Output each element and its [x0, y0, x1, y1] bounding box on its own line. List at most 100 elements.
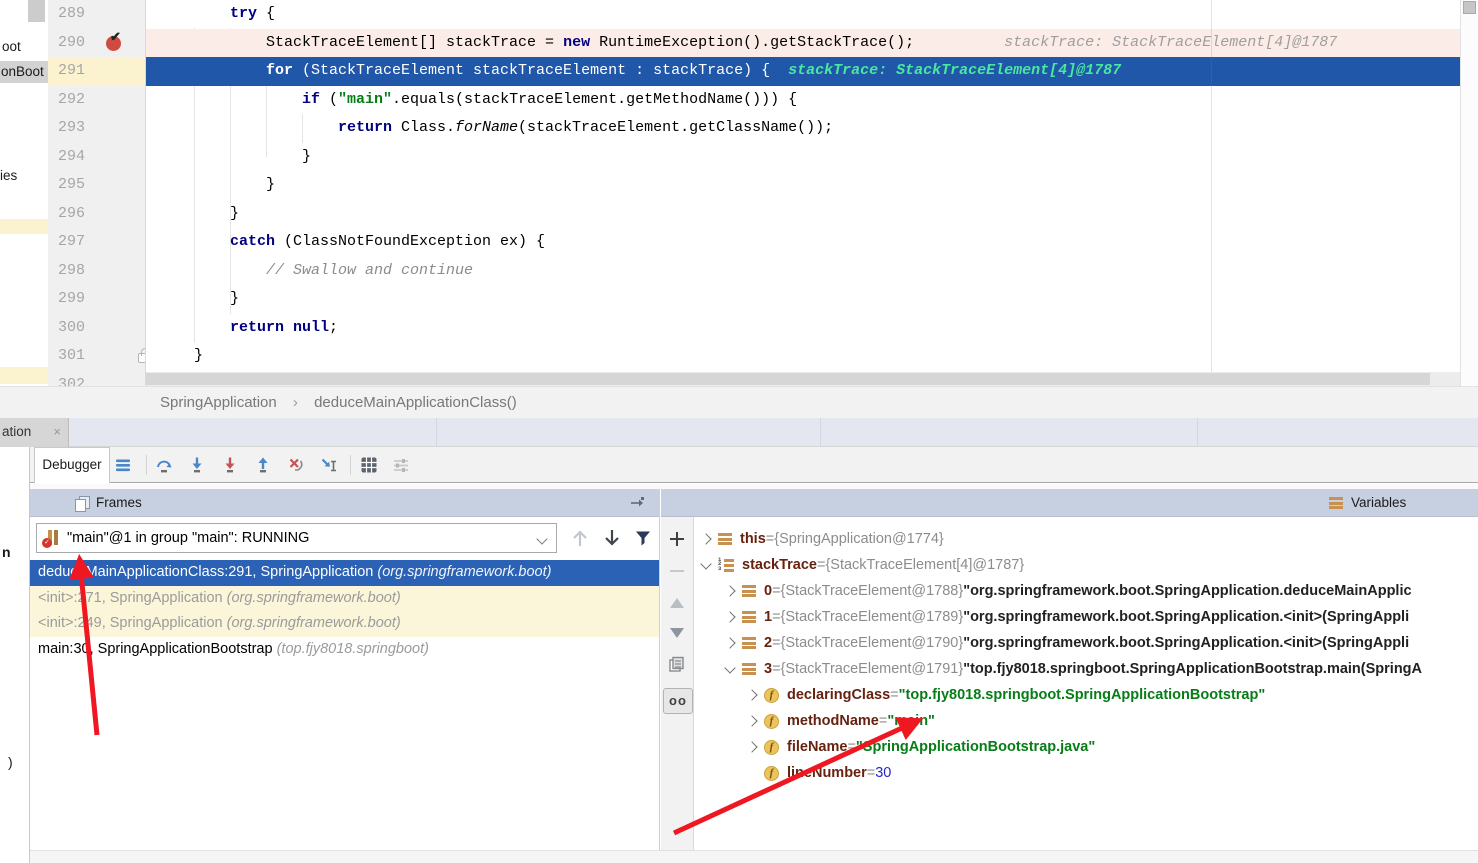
gutter-line[interactable]: 300 — [48, 314, 146, 343]
move-down-icon[interactable] — [668, 626, 686, 640]
step-into-icon[interactable] — [188, 456, 206, 474]
panel-divider[interactable] — [659, 489, 660, 850]
project-item-selected[interactable]: onBoot — [0, 61, 48, 83]
variable-row[interactable]: 1 = {StackTraceElement@1789} "org.spring… — [694, 604, 1478, 630]
frame-row[interactable]: deduceMainApplicationClass:291, SpringAp… — [30, 560, 659, 586]
variable-row[interactable]: stackTrace = {StackTraceElement[4]@1787} — [694, 552, 1478, 578]
gutter-line[interactable]: 297 — [48, 228, 146, 257]
code-line[interactable]: } — [146, 171, 1460, 200]
gutter-line[interactable]: 294 — [48, 143, 146, 172]
chevron-right-icon[interactable] — [746, 689, 757, 700]
chevron-down-icon[interactable] — [724, 662, 735, 673]
code-line[interactable]: // Swallow and continue — [146, 257, 1460, 286]
gutter-line[interactable]: 302 — [48, 371, 146, 387]
gutter-line[interactable]: 298 — [48, 257, 146, 286]
code-line[interactable]: } — [146, 342, 1460, 371]
equals-sign: = — [867, 760, 875, 786]
scrollbar-thumb[interactable] — [1463, 1, 1476, 14]
chevron-right-icon[interactable] — [724, 611, 735, 622]
step-out-icon[interactable] — [254, 456, 272, 474]
gutter-line[interactable]: 296 — [48, 200, 146, 229]
gutter-line[interactable]: 292 — [48, 86, 146, 115]
code-line[interactable]: catch (ClassNotFoundException ex) { — [146, 228, 1460, 257]
variable-row[interactable]: 2 = {StackTraceElement@1790} "org.spring… — [694, 630, 1478, 656]
threads-menu-icon[interactable] — [114, 456, 132, 474]
ide-debug-screen: oot onBoot ies 2892902912922932942952962… — [0, 0, 1478, 863]
code-line[interactable]: for (StackTraceElement stackTraceElement… — [146, 57, 1460, 86]
variables-tree[interactable]: this = {SpringApplication@1774}stackTrac… — [694, 526, 1478, 850]
frames-list[interactable]: deduceMainApplicationClass:291, SpringAp… — [30, 560, 659, 662]
chevron-spacer — [748, 769, 756, 777]
gutter-line[interactable]: 291 — [48, 57, 146, 86]
filter-threads-icon[interactable] — [634, 529, 652, 547]
chevron-right-icon[interactable] — [724, 637, 735, 648]
variable-row[interactable]: fmethodName = "main" — [694, 708, 1478, 734]
variable-row[interactable]: 3 = {StackTraceElement@1791} "top.fjy801… — [694, 656, 1478, 682]
variable-row[interactable]: 0 = {StackTraceElement@1788} "org.spring… — [694, 578, 1478, 604]
line-number: 298 — [58, 257, 85, 286]
code-line[interactable]: return null; — [146, 314, 1460, 343]
frame-row[interactable]: <init>:249, SpringApplication (org.sprin… — [30, 611, 659, 637]
duplicate-icon[interactable] — [668, 656, 686, 674]
close-icon[interactable]: × — [53, 418, 61, 446]
editor-horizontal-scrollbar[interactable] — [146, 372, 1460, 386]
move-up-icon[interactable] — [668, 596, 686, 610]
frame-location: main:30, SpringApplicationBootstrap — [38, 641, 277, 657]
code-token: forName — [455, 119, 518, 136]
variable-row[interactable]: flineNumber = 30 — [694, 760, 1478, 786]
tool-window-tab[interactable]: ation × — [0, 418, 69, 447]
breakpoint-icon[interactable] — [106, 36, 121, 51]
frame-row[interactable]: main:30, SpringApplicationBootstrap (top… — [30, 637, 659, 663]
code-line[interactable]: return Class.forName(stackTraceElement.g… — [146, 114, 1460, 143]
gutter-line[interactable]: 293 — [48, 114, 146, 143]
evaluate-expression-icon[interactable] — [360, 456, 378, 474]
gutter-line[interactable]: 301 — [48, 342, 146, 371]
editor-vertical-scrollbar[interactable] — [1460, 0, 1478, 386]
restore-icon[interactable] — [630, 496, 645, 510]
tab-debugger[interactable]: Debugger — [34, 447, 110, 483]
chevron-right-icon[interactable] — [724, 585, 735, 596]
chevron-right-icon[interactable] — [746, 741, 757, 752]
scrollbar-thumb[interactable] — [146, 373, 1430, 385]
add-watch-icon[interactable] — [668, 530, 686, 548]
code-line[interactable]: } — [146, 285, 1460, 314]
force-step-into-icon[interactable] — [221, 456, 239, 474]
chevron-down-icon[interactable] — [700, 558, 711, 569]
code-line[interactable]: } — [146, 143, 1460, 172]
down-the-stack-icon[interactable] — [602, 527, 622, 549]
code-line[interactable]: } — [146, 200, 1460, 229]
variable-row[interactable]: fdeclaringClass = "top.fjy8018.springboo… — [694, 682, 1478, 708]
chevron-down-icon[interactable] — [536, 533, 547, 544]
gutter-line[interactable]: 289 — [48, 0, 146, 29]
chevron-right-icon[interactable] — [746, 715, 757, 726]
code-editor[interactable]: try {StackTraceElement[] stackTrace = ne… — [146, 0, 1460, 372]
drop-frame-icon[interactable] — [287, 456, 305, 474]
gutter-line[interactable]: 299 — [48, 285, 146, 314]
show-watches-toggle[interactable]: oo — [663, 688, 693, 714]
frame-row[interactable]: <init>:271, SpringApplication (org.sprin… — [30, 586, 659, 612]
remove-watch-icon[interactable] — [668, 562, 686, 580]
code-line-text: } — [146, 200, 1460, 229]
code-line[interactable]: StackTraceElement[] stackTrace = new Run… — [146, 29, 1460, 58]
chevron-right-icon[interactable] — [700, 533, 711, 544]
line-number: 297 — [58, 228, 85, 257]
project-item-partial[interactable]: ies — [0, 168, 17, 183]
thread-selector[interactable]: "main"@1 in group "main": RUNNING — [36, 523, 557, 553]
project-scrollbar[interactable] — [28, 0, 45, 22]
editor-gutter[interactable]: 2892902912922932942952962972982993003013… — [48, 0, 146, 386]
breadcrumb-class[interactable]: SpringApplication — [160, 394, 277, 411]
breadcrumb-method[interactable]: deduceMainApplicationClass() — [314, 394, 517, 411]
step-over-icon[interactable] — [155, 456, 173, 474]
code-line-text: return Class.forName(stackTraceElement.g… — [146, 114, 1460, 143]
line-number: 300 — [58, 314, 85, 343]
run-to-cursor-icon[interactable] — [320, 456, 338, 474]
up-the-stack-icon[interactable] — [570, 527, 590, 549]
code-line[interactable]: try { — [146, 0, 1460, 29]
gutter-line[interactable]: 290 — [48, 29, 146, 58]
gutter-line[interactable]: 295 — [48, 171, 146, 200]
layout-settings-icon[interactable] — [392, 456, 410, 474]
variable-row[interactable]: this = {SpringApplication@1774} — [694, 526, 1478, 552]
code-line[interactable]: if ("main".equals(stackTraceElement.getM… — [146, 86, 1460, 115]
project-item-partial[interactable]: oot — [2, 39, 21, 54]
variable-row[interactable]: ffileName = "SpringApplicationBootstrap.… — [694, 734, 1478, 760]
